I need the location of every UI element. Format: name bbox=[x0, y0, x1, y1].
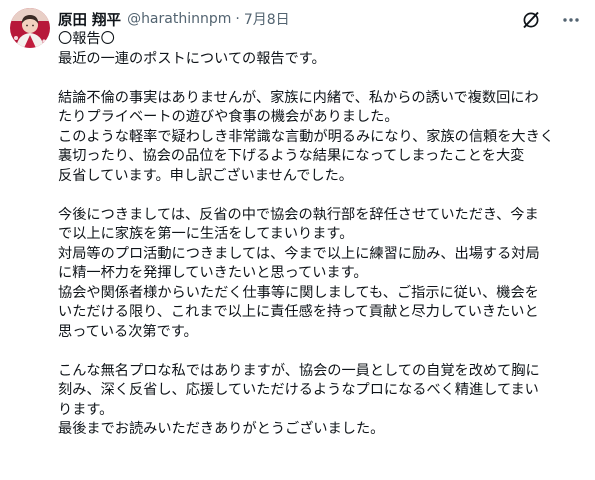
post-text-line: 協会や関係者様からいただく仕事等に関しましても、ご指示に従い、機会を bbox=[58, 284, 539, 301]
post-header: 原田 翔平 @harathinnpm · 7月8日 bbox=[58, 8, 290, 30]
avatar-image bbox=[10, 8, 50, 48]
post-text-line: で以上に家族を第一に生活をしてまいります。 bbox=[58, 226, 354, 242]
post-text-line: ります。 bbox=[58, 401, 114, 418]
display-name[interactable]: 原田 翔平 bbox=[58, 9, 121, 30]
post-body: 〇報告〇最近の一連のポストについての報告です。結論不倫の事実はありませんが、家族… bbox=[58, 30, 588, 440]
post-text-line: 裏切ったり、協会の品位を下げるような結果になってしまったことを大変 bbox=[58, 148, 525, 164]
post-text-line: 〇報告〇 bbox=[58, 31, 115, 47]
post-text-line: 最近の一連のポストについての報告です。 bbox=[58, 50, 326, 67]
post-text-line: 今後につきましては、反省の中で協会の執行部を辞任させていただき、今ま bbox=[58, 206, 539, 223]
post-text-line: 対局等のプロ活動につきましては、今まで以上に練習に励み、出場する対局 bbox=[58, 245, 540, 262]
avatar[interactable] bbox=[10, 8, 50, 48]
user-handle[interactable]: @harathinnpm bbox=[127, 11, 231, 27]
post-text-line: たりプライベートの遊びや食事の機会がありました。 bbox=[58, 109, 399, 125]
post-text-line: 最後までお読みいただきありがとうございました。 bbox=[58, 421, 385, 437]
post-text-line: 反省しています。申し訳ございませんでした。 bbox=[58, 167, 353, 184]
header-actions bbox=[519, 8, 583, 32]
post-text-line: いただける限り、これまで以上に責任感を持って貢献と尽力していきたいと bbox=[58, 304, 539, 320]
post-text-line: 思っている次第です。 bbox=[58, 323, 198, 340]
post-text-line: 結論不倫の事実はありませんが、家族に内緒で、私からの誘いで複数回にわ bbox=[58, 89, 539, 106]
post-text-line: 刻み、深く反省し、応援していただけるようなプロになるべく精進してまい bbox=[58, 382, 539, 398]
post-text-line: こんな無名プロな私ではありますが、協会の一員としての自覚を改めて胸に bbox=[58, 362, 540, 379]
post: 原田 翔平 @harathinnpm · 7月8日 〇報告〇最近の一連のポストに… bbox=[0, 0, 595, 480]
post-text-line: に精一杯力を発揮していきたいと思っています。 bbox=[58, 265, 368, 281]
separator-dot: · bbox=[235, 11, 240, 27]
post-date[interactable]: 7月8日 bbox=[244, 9, 290, 29]
post-text-line: このような軽率で疑わしき非常識な言動が明るみになり、家族の信頼を大きく bbox=[58, 128, 554, 145]
grok-icon[interactable] bbox=[519, 8, 543, 32]
more-icon[interactable] bbox=[559, 8, 583, 32]
